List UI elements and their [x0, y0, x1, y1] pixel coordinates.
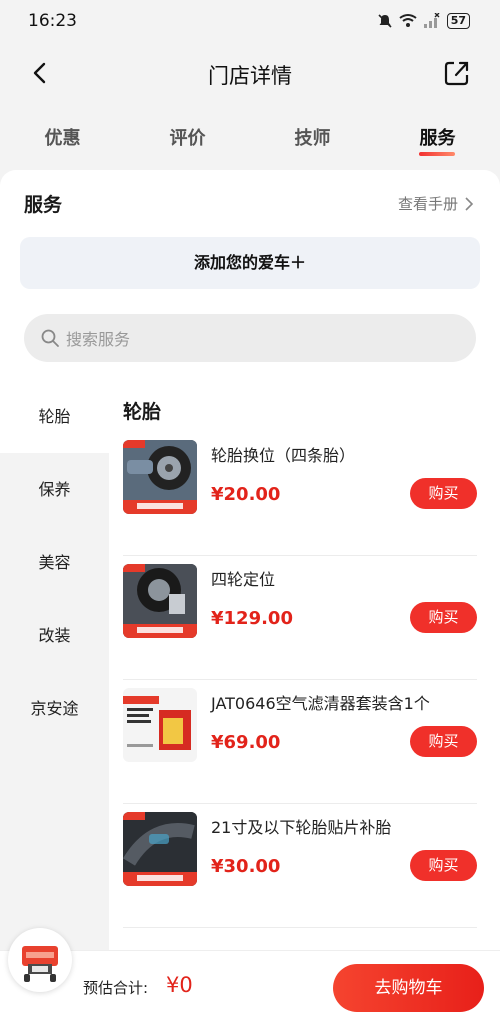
- status-time: 16:23: [28, 11, 77, 31]
- cart-truck-icon[interactable]: [8, 928, 72, 992]
- category-item-tires[interactable]: 轮胎: [0, 380, 109, 453]
- tab-services[interactable]: 服务: [375, 112, 500, 162]
- product-item[interactable]: JAT0646空气滤清器套装含1个 ¥69.00 购买: [123, 680, 477, 804]
- product-name: 21寸及以下轮胎贴片补胎: [211, 818, 392, 837]
- category-heading: 轮胎: [123, 401, 162, 423]
- product-item[interactable]: 四轮定位 ¥129.00 购买: [123, 556, 477, 680]
- category-item-beauty[interactable]: 美容: [0, 526, 109, 599]
- chevron-right-icon: [465, 196, 474, 211]
- buy-button[interactable]: 购买: [410, 726, 477, 757]
- product-price: ¥69.00: [211, 732, 281, 753]
- tire-rotation-photo: [123, 440, 197, 514]
- page-title: 门店详情: [208, 64, 292, 88]
- wifi-icon: [399, 14, 417, 27]
- buy-button[interactable]: 购买: [410, 602, 477, 633]
- product-list: 轮胎 轮胎换位（四条胎） ¥20.00 购买 四轮定位 ¥129.00 购买 J…: [109, 380, 500, 1020]
- product-price: ¥30.00: [211, 856, 281, 877]
- view-manual-link[interactable]: 查看手册: [398, 193, 474, 214]
- battery-icon: 57: [446, 13, 470, 29]
- store-tabs: 优惠 评价 技师 服务: [0, 112, 500, 162]
- go-to-cart-button[interactable]: 去购物车: [333, 964, 484, 1012]
- category-sidebar: 轮胎 保养 美容 改装 京安途: [0, 380, 109, 1020]
- product-item[interactable]: 轮胎换位（四条胎） ¥20.00 购买: [123, 432, 477, 556]
- tab-reviews[interactable]: 评价: [125, 112, 250, 162]
- bottom-bar: 预估合计: ¥0 去购物车: [0, 950, 500, 1020]
- status-bar: 16:23 57: [0, 0, 500, 42]
- total-label: 预估合计:: [83, 979, 149, 997]
- tire-patch-photo: [123, 812, 197, 886]
- mute-bell-icon: [378, 14, 392, 28]
- search-icon: [41, 329, 59, 347]
- product-price: ¥20.00: [211, 484, 281, 505]
- nav-bar: 门店详情: [0, 46, 500, 102]
- view-manual-label: 查看手册: [397, 195, 458, 213]
- buy-button[interactable]: 购买: [410, 850, 477, 881]
- total-value: ¥0: [166, 973, 193, 997]
- add-car-button[interactable]: 添加您的爱车＋: [20, 237, 480, 289]
- services-header: 服务 查看手册: [24, 190, 474, 218]
- category-item-modification[interactable]: 改装: [0, 599, 109, 672]
- status-icons: 57: [377, 13, 470, 29]
- category-item-jingantu[interactable]: 京安途: [0, 672, 109, 745]
- services-panel: 服务 查看手册 添加您的爱车＋ 搜索服务 轮胎 保养 美容 改装 京安途 轮胎: [0, 170, 500, 1020]
- category-item-maintenance[interactable]: 保养: [0, 453, 109, 526]
- air-filter-photo: [123, 688, 197, 762]
- product-name: JAT0646空气滤清器套装含1个: [211, 694, 430, 713]
- search-input[interactable]: 搜索服务: [24, 314, 476, 362]
- product-item[interactable]: 21寸及以下轮胎贴片补胎 ¥30.00 购买: [123, 804, 477, 928]
- buy-button[interactable]: 购买: [410, 478, 477, 509]
- product-name: 轮胎换位（四条胎）: [211, 446, 356, 465]
- tab-discounts[interactable]: 优惠: [0, 112, 125, 162]
- share-icon: [444, 61, 469, 86]
- services-title: 服务: [24, 194, 63, 216]
- tab-technicians[interactable]: 技师: [250, 112, 375, 162]
- signal-icon: [423, 13, 440, 28]
- share-button[interactable]: [442, 58, 472, 88]
- wheel-alignment-photo: [123, 564, 197, 638]
- search-placeholder: 搜索服务: [66, 330, 131, 349]
- product-name: 四轮定位: [211, 570, 276, 589]
- product-price: ¥129.00: [211, 608, 293, 629]
